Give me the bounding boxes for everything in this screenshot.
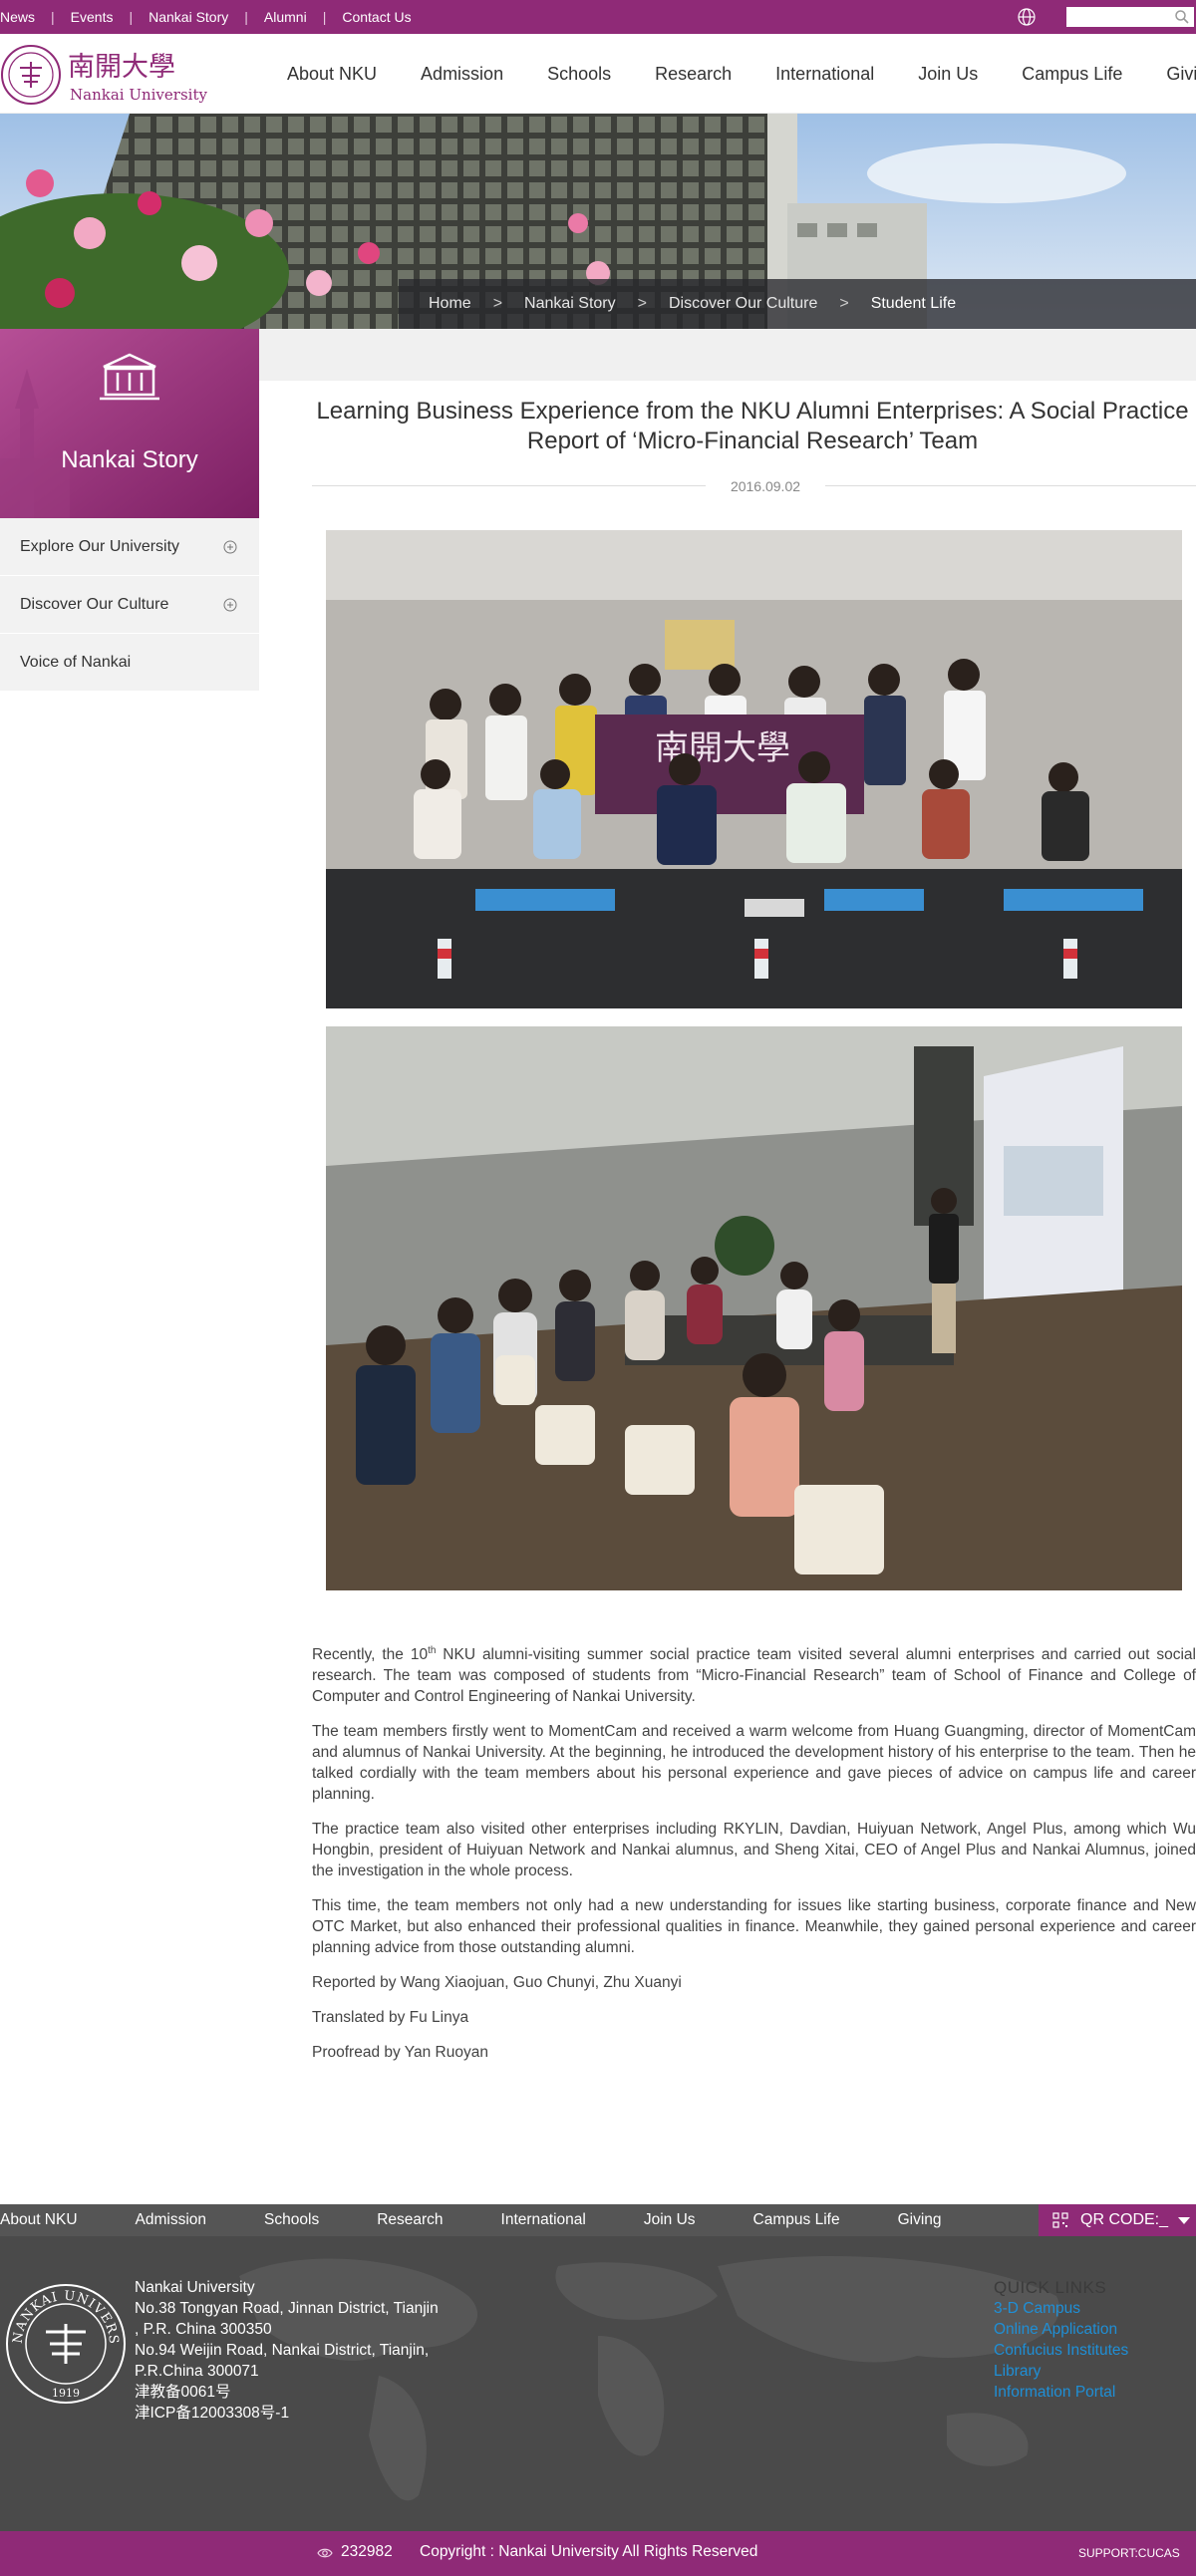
meeting-room-photo [326, 1026, 1182, 1590]
logo-english-name: Nankai University [70, 86, 207, 104]
footer-nav: About NKU Admission Schools Research Int… [0, 2204, 1000, 2236]
breadcrumb-separator: > [839, 295, 849, 312]
nav-about-nku[interactable]: About NKU [287, 64, 377, 85]
footer-nav-schools[interactable]: Schools [264, 2211, 319, 2229]
nav-schools[interactable]: Schools [547, 64, 611, 85]
nav-admission[interactable]: Admission [421, 64, 503, 85]
nav-research[interactable]: Research [655, 64, 732, 85]
breadcrumb-nankai-story[interactable]: Nankai Story [524, 295, 616, 313]
article-body: Recently, the 10th NKU alumni-visiting s… [312, 1640, 1196, 2077]
seal-year: 1919 [52, 2387, 80, 2400]
quick-link-online-application[interactable]: Online Application [994, 2319, 1128, 2340]
article-paragraph-text: Recently, the 10 [312, 1646, 429, 1664]
divider: | [51, 9, 55, 25]
footer-nav-join-us[interactable]: Join Us [644, 2211, 696, 2229]
address-line: P.R.China 300071 [135, 2363, 259, 2380]
address-line: No.94 Weijin Road, Nankai District, Tian… [135, 2342, 430, 2359]
group-photo: 南開大學 [326, 530, 1182, 1008]
visit-counter: 232982 [341, 2543, 393, 2560]
quick-link-3d-campus[interactable]: 3-D Campus [994, 2298, 1128, 2319]
university-seal: NANKAI UNIVERSITY 1919 [4, 2282, 126, 2404]
top-link-events[interactable]: Events [71, 9, 114, 25]
quick-link-library[interactable]: Library [994, 2361, 1128, 2382]
footer-nav-bar: About NKU Admission Schools Research Int… [0, 2204, 1196, 2236]
caret-down-icon [1178, 2217, 1190, 2224]
top-link-nankai-story[interactable]: Nankai Story [149, 9, 228, 25]
article-paragraph: This time, the team members not only had… [312, 1897, 1196, 1957]
footer-nav-giving[interactable]: Giving [898, 2211, 942, 2229]
footer-nav-international[interactable]: International [501, 2211, 586, 2229]
sidebar-item-voice-of-nankai[interactable]: Voice of Nankai [0, 634, 259, 692]
quick-link-confucius-institutes[interactable]: Confucius Institutes [994, 2340, 1128, 2361]
search-icon[interactable] [1174, 9, 1190, 25]
expand-plus-icon[interactable] [223, 598, 237, 612]
article-paragraph: The team members firstly went to MomentC… [312, 1723, 1196, 1804]
address-line: , P.R. China 300350 [135, 2321, 272, 2338]
sidebar-item-explore-university[interactable]: Explore Our University [0, 518, 259, 576]
breadcrumb-discover-culture[interactable]: Discover Our Culture [669, 295, 817, 313]
footer-nav-campus-life[interactable]: Campus Life [753, 2211, 840, 2229]
svg-text:NANKAI UNIVERSITY: NANKAI UNIVERSITY [4, 2282, 121, 2345]
footer-copyright-bar: 232982 Copyright : Nankai University All… [0, 2531, 1196, 2576]
seal-arc-text: NANKAI UNIVERSITY [4, 2282, 120, 2345]
article-paragraph-text: NKU alumni-visiting summer social practi… [312, 1646, 1196, 1706]
logo-chinese-name: 南開大學 [68, 52, 175, 83]
quick-links-title: QUICK LINKS [994, 2278, 1107, 2297]
article-title: Learning Business Experience from the NK… [316, 398, 1189, 454]
reporter-credit: Reported by Wang Xiaojuan, Guo Chunyi, Z… [312, 1974, 682, 1992]
divider: | [129, 9, 134, 25]
address-line: No.38 Tongyan Road, Jinnan District, Tia… [135, 2300, 439, 2317]
article-date-row: 2016.09.02 [312, 474, 1196, 498]
footer-nav-admission[interactable]: Admission [136, 2211, 207, 2229]
address-line: Nankai University [135, 2279, 255, 2296]
proofreader-credit: Proofread by Yan Ruoyan [312, 2044, 488, 2062]
sidebar-item-label: Voice of Nankai [20, 653, 132, 671]
footer-address: Nankai University No.38 Tongyan Road, Ji… [135, 2277, 463, 2424]
sidebar-header-image [0, 329, 259, 518]
nav-campus-life[interactable]: Campus Life [1022, 64, 1122, 85]
breadcrumb-separator: > [637, 295, 647, 312]
globe-icon[interactable] [1017, 7, 1037, 27]
main-header: 南開大學 Nankai University About NKU Admissi… [0, 34, 1196, 114]
breadcrumb: Home > Nankai Story > Discover Our Cultu… [399, 279, 1196, 329]
article-paragraph: The practice team also visited other ent… [312, 1821, 1196, 1880]
quick-links: QUICK LINKS 3-D Campus Online Applicatio… [994, 2277, 1128, 2403]
breadcrumb-home[interactable]: Home [429, 295, 471, 313]
content-top-strip [259, 329, 1196, 381]
divider: | [322, 9, 327, 25]
top-utility-bar: News | Events | Nankai Story | Alumni | … [0, 0, 1196, 34]
top-links: News | Events | Nankai Story | Alumni | … [0, 0, 412, 34]
expand-plus-icon[interactable] [223, 540, 237, 554]
article-date: 2016.09.02 [706, 474, 825, 498]
top-link-news[interactable]: News [0, 9, 35, 25]
qr-code-icon [1052, 2212, 1068, 2228]
breadcrumb-separator: > [492, 295, 503, 312]
sidebar-item-discover-culture[interactable]: Discover Our Culture [0, 576, 259, 634]
nav-international[interactable]: International [775, 64, 874, 85]
sidebar-item-label: Discover Our Culture [20, 595, 169, 613]
address-line: 津ICP备12003308号-1 [135, 2405, 290, 2422]
sidebar-menu: Explore Our University Discover Our Cult… [0, 518, 259, 692]
sidebar-title: Nankai Story [61, 446, 198, 473]
article-paragraph: Recently, the 10th NKU alumni-visiting s… [312, 1640, 1196, 1707]
translator-credit: Translated by Fu Linya [312, 2009, 469, 2027]
eye-icon [317, 2548, 333, 2558]
sidebar-item-label: Explore Our University [20, 537, 180, 555]
breadcrumb-current[interactable]: Student Life [871, 295, 956, 313]
footer-nav-about-nku[interactable]: About NKU [0, 2211, 78, 2229]
quick-link-information-portal[interactable]: Information Portal [994, 2382, 1128, 2403]
nankai-logo[interactable]: 南開大學 Nankai University [0, 42, 209, 108]
qr-code-label: QR CODE:_ [1080, 2211, 1169, 2228]
nav-giving[interactable]: Giving [1166, 64, 1196, 85]
top-link-alumni[interactable]: Alumni [264, 9, 307, 25]
main-nav: About NKU Admission Schools Research Int… [287, 34, 1196, 114]
divider: | [244, 9, 248, 25]
qr-code-button[interactable]: QR CODE:_ [1039, 2204, 1196, 2236]
address-line: 津教备0061号 [135, 2384, 231, 2401]
top-link-contact-us[interactable]: Contact Us [342, 9, 411, 25]
support-credit[interactable]: SUPPORT:CUCAS [1078, 2546, 1180, 2560]
copyright-text: Copyright : Nankai University All Rights… [420, 2543, 758, 2560]
footer-nav-research[interactable]: Research [377, 2211, 443, 2229]
nav-join-us[interactable]: Join Us [918, 64, 978, 85]
